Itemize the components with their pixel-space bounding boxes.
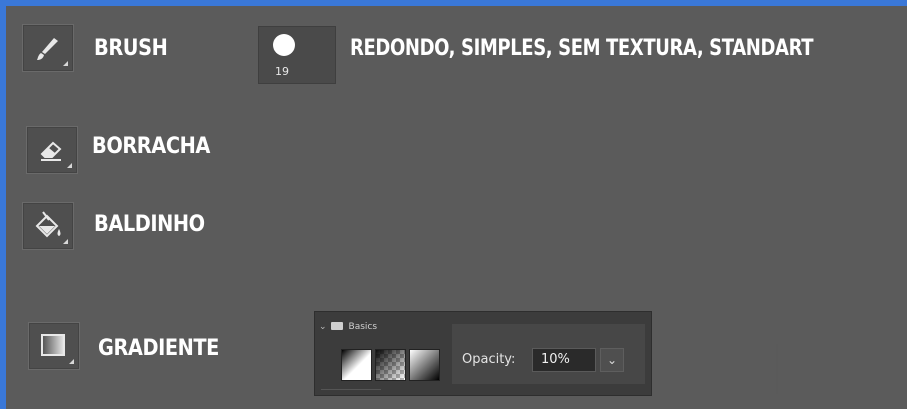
panel-divider	[776, 344, 778, 394]
gradient-swatch-white-black[interactable]	[409, 349, 440, 381]
gradient-swatch-black-white[interactable]	[341, 349, 372, 381]
brush-description: REDONDO, SIMPLES, SEM TEXTURA, STANDART	[350, 36, 814, 61]
brush-tool-button[interactable]	[22, 24, 74, 72]
bucket-label: BALDINHO	[94, 212, 205, 237]
gradient-label: GRADIENTE	[98, 336, 219, 361]
gradient-tool-button[interactable]	[28, 322, 80, 370]
tutorial-canvas: BRUSH 19 REDONDO, SIMPLES, SEM TEXTURA, …	[6, 6, 907, 409]
eraser-tool-button[interactable]	[26, 126, 78, 174]
opacity-label: Opacity:	[462, 352, 516, 367]
brush-label: BRUSH	[94, 36, 168, 61]
gradient-swatch-black-transparent[interactable]	[375, 349, 406, 381]
flyout-indicator-icon	[63, 239, 68, 244]
brush-size: 19	[275, 65, 289, 78]
opacity-control: Opacity: 10% ⌄	[452, 324, 778, 394]
flyout-indicator-icon	[67, 163, 72, 168]
chevron-down-icon: ⌄	[606, 353, 618, 367]
paint-bucket-tool-button[interactable]	[22, 202, 74, 250]
folder-label: Basics	[348, 322, 378, 332]
opacity-dropdown-button[interactable]: ⌄	[600, 348, 624, 372]
folder-icon	[330, 322, 343, 330]
gradient-folder-header[interactable]: ⌄ Basics	[319, 322, 377, 332]
round-brush-tip-icon	[273, 34, 295, 56]
eraser-label: BORRACHA	[92, 134, 210, 159]
gradient-presets-panel: ⌄ Basics Opacity: 10% ⌄	[314, 311, 778, 396]
flyout-indicator-icon	[69, 359, 74, 364]
flyout-indicator-icon	[63, 61, 68, 66]
paint-bucket-icon	[35, 211, 61, 238]
opacity-input[interactable]: 10%	[532, 348, 596, 372]
chevron-down-icon: ⌄	[319, 322, 327, 332]
panel-footer	[321, 389, 381, 395]
brush-preset-picker[interactable]: 19	[258, 26, 336, 84]
